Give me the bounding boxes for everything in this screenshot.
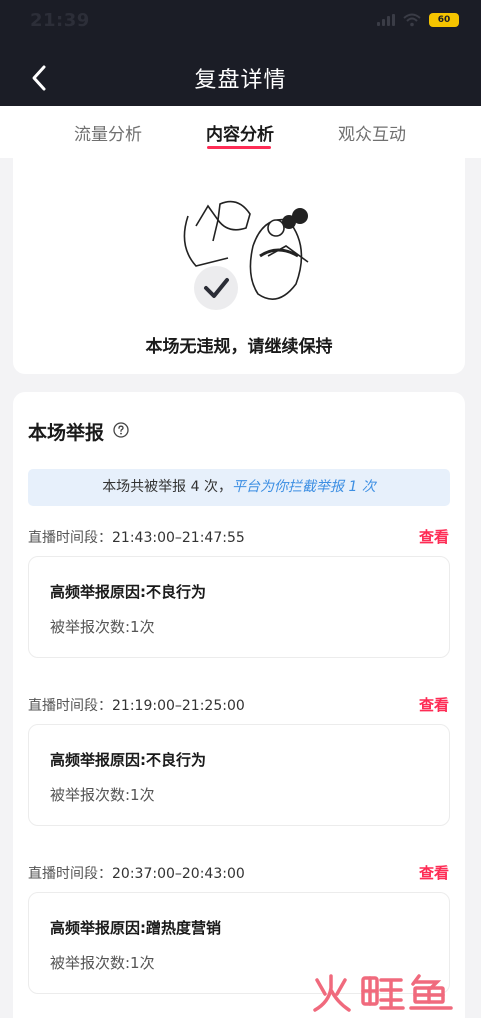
report-period: 直播时间段：20:37:00–20:43:00 — [28, 863, 245, 883]
status-icons: 60 — [377, 13, 459, 27]
report-reason: 高频举报原因:不良行为 — [50, 751, 206, 769]
summary-highlight-link[interactable]: 平台为你拦截举报 1 次 — [232, 479, 376, 495]
period-label: 直播时间段： — [28, 698, 112, 714]
battery-icon: 60 — [429, 13, 459, 27]
content-status-card: 本场无违规，请继续保持 — [13, 158, 465, 374]
report-item: 高频举报原因:不良行为 被举报次数:1次 — [28, 556, 450, 658]
help-icon[interactable] — [113, 422, 129, 438]
tab-traffic-analysis[interactable]: 流量分析 — [74, 120, 142, 145]
period-value: 21:43:00–21:47:55 — [112, 530, 245, 546]
period-label: 直播时间段： — [28, 530, 112, 546]
period-value: 21:19:00–21:25:00 — [112, 698, 245, 714]
no-violation-message: 本场无违规，请继续保持 — [145, 337, 333, 357]
report-reason: 高频举报原因:蹭热度营销 — [50, 919, 221, 937]
report-summary-banner: 本场共被举报 4 次，平台为你拦截举报 1 次 — [28, 469, 450, 506]
tab-bar: 流量分析 内容分析 观众互动 — [0, 106, 481, 158]
signal-icon — [377, 14, 395, 26]
reports-title: 本场举报 — [28, 422, 105, 444]
reports-card: 本场举报 本场共被举报 4 次，平台为你拦截举报 1 次 直播时间段：21:43… — [13, 392, 465, 1018]
page-title: 复盘详情 — [194, 68, 287, 93]
period-value: 20:37:00–20:43:00 — [112, 866, 245, 882]
active-tab-indicator — [207, 146, 271, 149]
view-button[interactable]: 查看 — [419, 862, 449, 883]
tab-audience-interaction[interactable]: 观众互动 — [338, 120, 406, 145]
period-label: 直播时间段： — [28, 866, 112, 882]
watermark-logo — [313, 974, 453, 1012]
status-time: 21:39 — [30, 10, 90, 31]
report-period: 直播时间段：21:43:00–21:47:55 — [28, 527, 245, 547]
report-reason: 高频举报原因:不良行为 — [50, 583, 206, 601]
summary-text: 本场共被举报 4 次， — [102, 479, 232, 495]
report-period: 直播时间段：21:19:00–21:25:00 — [28, 695, 245, 715]
wifi-icon — [403, 13, 421, 27]
report-item: 高频举报原因:不良行为 被举报次数:1次 — [28, 724, 450, 826]
report-count: 被举报次数:1次 — [50, 954, 155, 972]
report-count: 被举报次数:1次 — [50, 618, 155, 636]
top-bar: 21:39 60 复盘详情 — [0, 0, 481, 106]
no-violation-illustration — [183, 200, 309, 310]
view-button[interactable]: 查看 — [419, 526, 449, 547]
report-count: 被举报次数:1次 — [50, 786, 155, 804]
view-button[interactable]: 查看 — [419, 694, 449, 715]
tab-content-analysis[interactable]: 内容分析 — [206, 120, 274, 145]
